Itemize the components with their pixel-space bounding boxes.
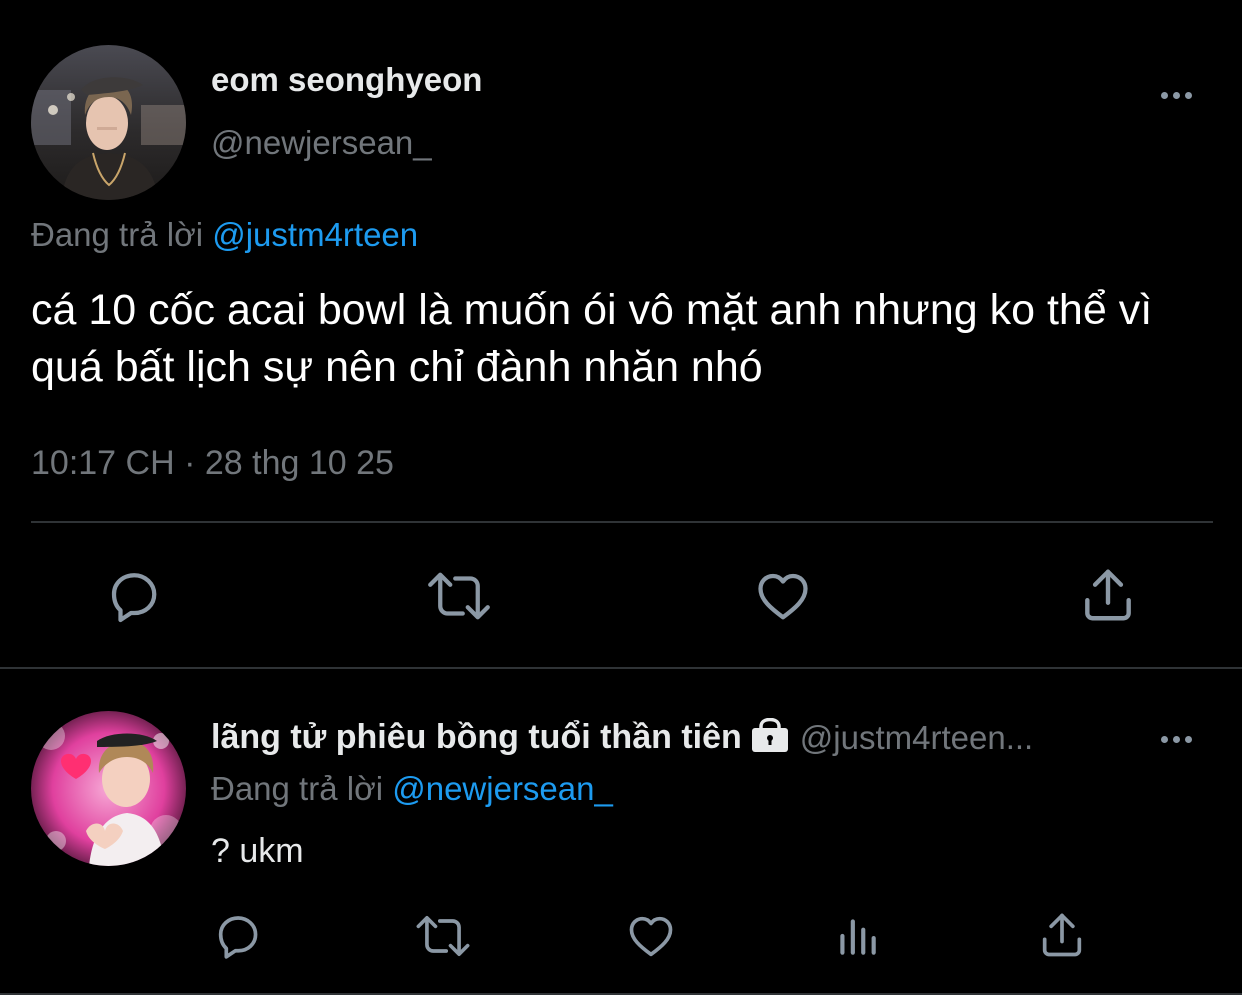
like-icon[interactable] — [624, 910, 678, 967]
reply-more-options-icon[interactable] — [1161, 736, 1192, 743]
reply-mention-link[interactable]: @newjersean_ — [392, 770, 613, 807]
divider — [31, 521, 1213, 523]
analytics-icon[interactable] — [832, 910, 882, 967]
replying-to: Đang trả lời @justm4rteen — [31, 216, 418, 254]
like-icon[interactable] — [752, 566, 814, 631]
user-handle[interactable]: @newjersean_ — [211, 124, 432, 162]
reply-text: ? ukm — [211, 832, 304, 870]
reply-user-handle[interactable]: @justm4rteen... — [800, 719, 1033, 757]
reply-avatar[interactable] — [31, 711, 186, 866]
reply-display-name[interactable]: lãng tử phiêu bồng tuổi thần tiên — [211, 718, 742, 757]
reply-mention-link[interactable]: @justm4rteen — [212, 216, 418, 253]
retweet-icon[interactable] — [413, 910, 473, 967]
reply-header: lãng tử phiêu bồng tuổi thần tiên @justm… — [211, 717, 1033, 757]
avatar[interactable] — [31, 45, 186, 200]
reply-icon[interactable] — [104, 566, 164, 631]
replying-to-label: Đang trả lời — [211, 770, 384, 807]
main-tweet: eom seonghyeon @newjersean_ Đang trả lời… — [0, 0, 1242, 668]
share-icon[interactable] — [1077, 564, 1139, 631]
tweet-text: cá 10 cốc acai bowl là muốn ói vô mặt an… — [31, 286, 1153, 391]
reply-icon[interactable] — [212, 910, 264, 967]
tweet-timestamp[interactable]: 10:17 CH · 28 thg 10 25 — [31, 444, 394, 483]
retweet-icon[interactable] — [424, 566, 494, 631]
lock-icon — [751, 717, 788, 757]
share-icon[interactable] — [1036, 908, 1088, 967]
reply-replying-to: Đang trả lời @newjersean_ — [211, 770, 613, 808]
replying-to-label: Đang trả lời — [31, 216, 204, 253]
more-options-icon[interactable] — [1161, 92, 1192, 99]
display-name[interactable]: eom seonghyeon — [211, 61, 482, 99]
